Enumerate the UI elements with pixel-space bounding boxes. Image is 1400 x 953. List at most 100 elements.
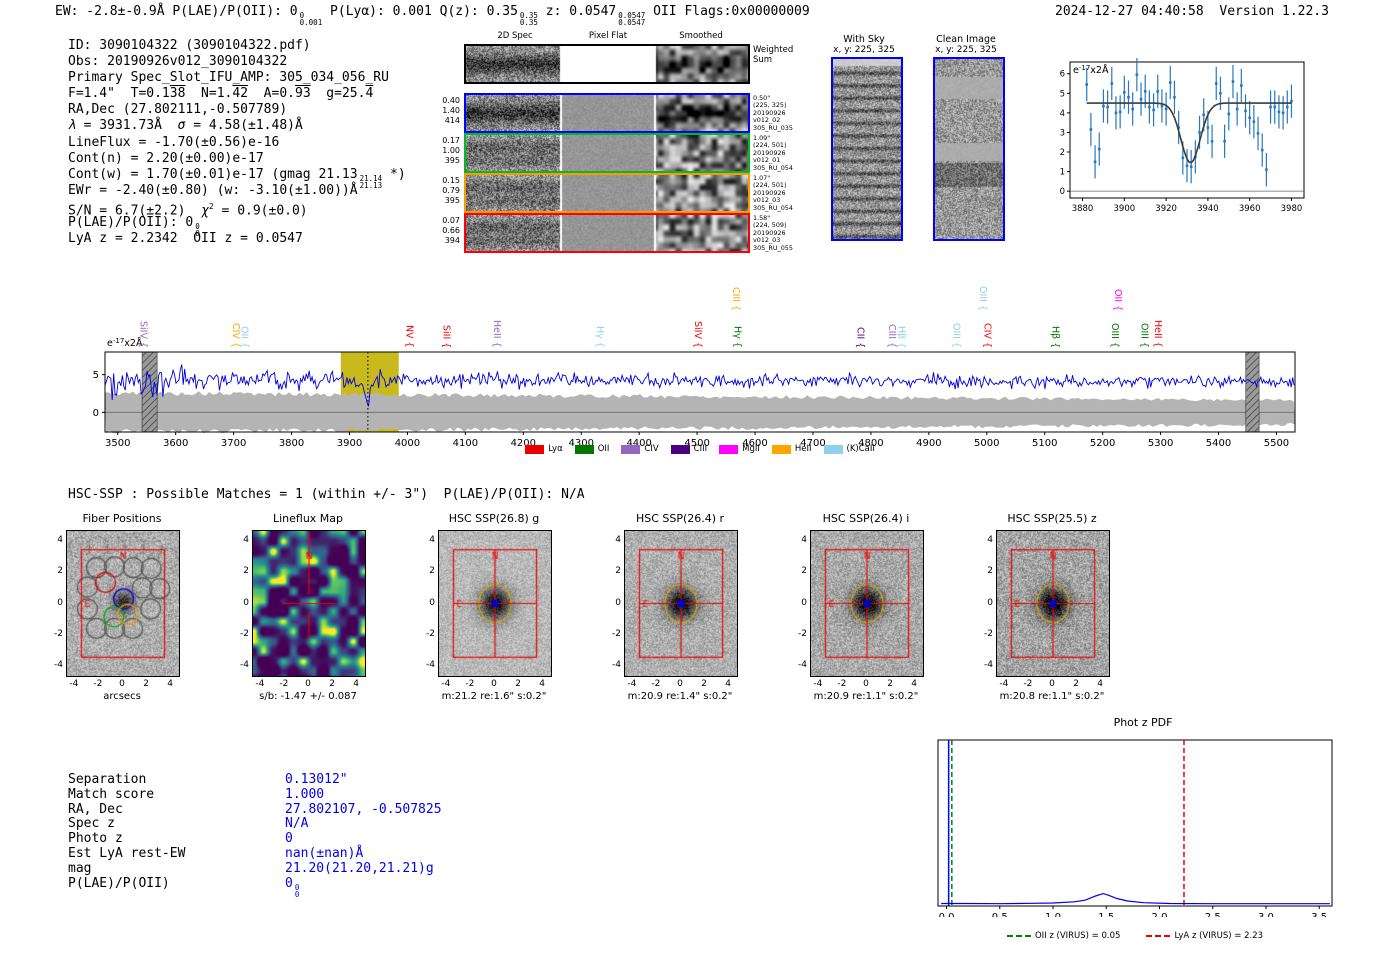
photz-legend-label: OII z (VIRUS) = 0.05 [1034,931,1121,941]
match-row-value-1: 1.000 [285,786,325,802]
cutout-ytick: -4 [54,659,63,670]
sky-panel-image-0 [831,57,903,241]
photz-legend-label: LyA z (VIRUS) = 2.23 [1174,931,1264,941]
cutout-xtick: 4 [725,679,732,689]
cutout-title-3: HSC SSP(26.4) r [635,512,725,525]
match-row-label-1: Match score [68,786,155,802]
cutout-image-5 [997,531,1109,676]
legend-label: MgII [742,444,760,454]
cutout-ytick: 4 [429,535,435,546]
svg-text:3880: 3880 [1072,204,1094,214]
cutout-xtick: -2 [1023,679,1033,689]
cutout-image-0 [67,531,179,676]
sky-panel-subtitle-1: x, y: 225, 325 [935,45,997,55]
cutout-xtick: 0 [491,679,497,689]
cutout-xtick: 2 [329,679,335,689]
svg-text:3.0: 3.0 [1258,912,1274,917]
elixer-report-page: { "header": { "stats": [ {"t":"EW: -2.8±… [0,0,1400,953]
spec2d-row-image-0 [466,46,748,82]
cutout-caption-0: arcsecs [103,691,141,702]
svg-text:1.5: 1.5 [1098,912,1114,917]
legend-swatch [771,444,791,454]
legend-item-mgii: MgII [719,444,760,454]
photz-legend: OII z (VIRUS) = 0.05 LyA z (VIRUS) = 2.23 [920,931,1350,941]
spec2d-col-header: 2D Spec [497,31,533,41]
spec2d-row-image-4 [466,215,748,251]
svg-text:5: 5 [1060,89,1065,99]
spec2d-row-image-3 [466,175,748,211]
cutout-ytick: 2 [429,566,435,577]
cutout-ytick: -2 [240,628,249,639]
svg-text:2.0: 2.0 [1152,912,1168,917]
summary-line-2: Primary Spec_Slot_IFU_AMP: 305_034_056_R… [68,70,389,86]
spec2d-right-label-4: 1.58" (224, 509) 20190926 v012_03 305_RU_055 [753,214,793,252]
legend-label: CIII [693,444,708,454]
match-row-label-3: Spec z [68,816,115,832]
spec2d-right-label-3: 1.07" (224, 501) 20190926 v012_03 305_RU_054 [753,174,793,212]
cutout-ytick: 0 [615,597,621,608]
cutout-box-0 [66,530,180,677]
match-row-value-7: 000 [285,875,300,899]
cutout-ytick: 4 [615,535,621,546]
cutout-ytick: 2 [57,566,63,577]
legend-item-civ: CIV [621,444,659,454]
cutout-ytick: 4 [801,535,807,546]
svg-text:2.5: 2.5 [1205,912,1221,917]
cutout-ytick: -2 [54,628,63,639]
spec2d-row-2 [464,133,750,173]
cutout-caption-5: m:20.8 re:1.1" s:0.2" [999,691,1105,702]
svg-text:3900: 3900 [1114,204,1136,214]
cutout-ytick: 0 [429,597,435,608]
svg-text:6: 6 [1060,70,1065,80]
legend-item-oii: OII [574,444,609,454]
cutout-box-3 [624,530,738,677]
svg-text:1: 1 [1060,168,1065,178]
report-datetime: 2024-12-27 04:40:58 [1055,4,1204,19]
cutout-xtick: -4 [441,679,451,689]
line-label-hγ-6: Hγ { [593,326,605,348]
with-sky-canvas [833,59,901,239]
cutout-xtick: 2 [143,679,149,689]
cutout-ytick: 4 [987,535,993,546]
summary-line-5: λ = 3931.73Å σ = 4.58(±1.48)Å [68,118,303,134]
photz-legend-item-1: LyA z (VIRUS) = 2.23 [1146,931,1263,941]
cutout-title-0: Fiber Positions [82,512,162,525]
line-label-oii-18: OII { [1111,288,1123,311]
line-label-hγ-9: Hγ { [731,326,743,348]
cutout-ytick: 2 [801,566,807,577]
svg-text:3940: 3940 [1197,204,1219,214]
cutout-ytick: 0 [801,597,807,608]
cutout-ytick: -4 [426,659,435,670]
match-row-value-3: N/A [285,816,309,832]
line-label-civ-15: CIV { [981,323,993,348]
match-row-label-6: mag [68,860,92,876]
line-label-hβ-12: Hβ { [895,325,907,348]
svg-text:0.5: 0.5 [992,912,1008,917]
line-label-ciii-8: CIII { [730,286,742,311]
legend-swatch [670,444,690,454]
line-label-heii-5: HeII { [490,320,502,348]
line-label-oiii-13: OIII { [950,323,962,348]
match-row-value-5: nan(±nan)Å [285,846,364,861]
cutout-ytick: -4 [984,659,993,670]
cutout-ytick: -4 [798,659,807,670]
sky-panel-title-1: Clean Image [936,34,996,45]
cutout-caption-4: m:20.9 re:1.1" s:0.2" [813,691,919,702]
summary-line-1: Obs: 20190926v012_3090104322 [68,54,288,70]
svg-text:3980: 3980 [1281,204,1303,214]
summary-line-10: S/N = 6.7(±2.2) χ2 = 0.9(±0.0) [68,201,308,219]
cutout-caption-2: m:21.2 re:1.6" s:0.2" [441,691,547,702]
svg-text:4: 4 [1060,109,1065,119]
cutout-ytick: -4 [240,659,249,670]
legend-swatch [719,444,739,454]
spec2d-row-image-2 [466,135,748,171]
cutout-box-2 [438,530,552,677]
summary-line-3: F=1.4" T=0.138 N=1.42 A=0.93 g=25.4 [68,86,374,102]
svg-text:0.0: 0.0 [939,912,955,917]
cutout-box-1 [252,530,366,677]
photz-pdf-plot: Phot z PDF 0.0 0.5 1.0 1.5 2.0 2.5 3.0 3.5 [918,712,1350,923]
spec2d-col-header: Smoothed [679,31,723,41]
legend-item-ciii: CIII [670,444,708,454]
photz-legend-item-0: OII z (VIRUS) = 0.05 [1006,931,1121,941]
legend-label: (K)CaII [846,444,875,454]
